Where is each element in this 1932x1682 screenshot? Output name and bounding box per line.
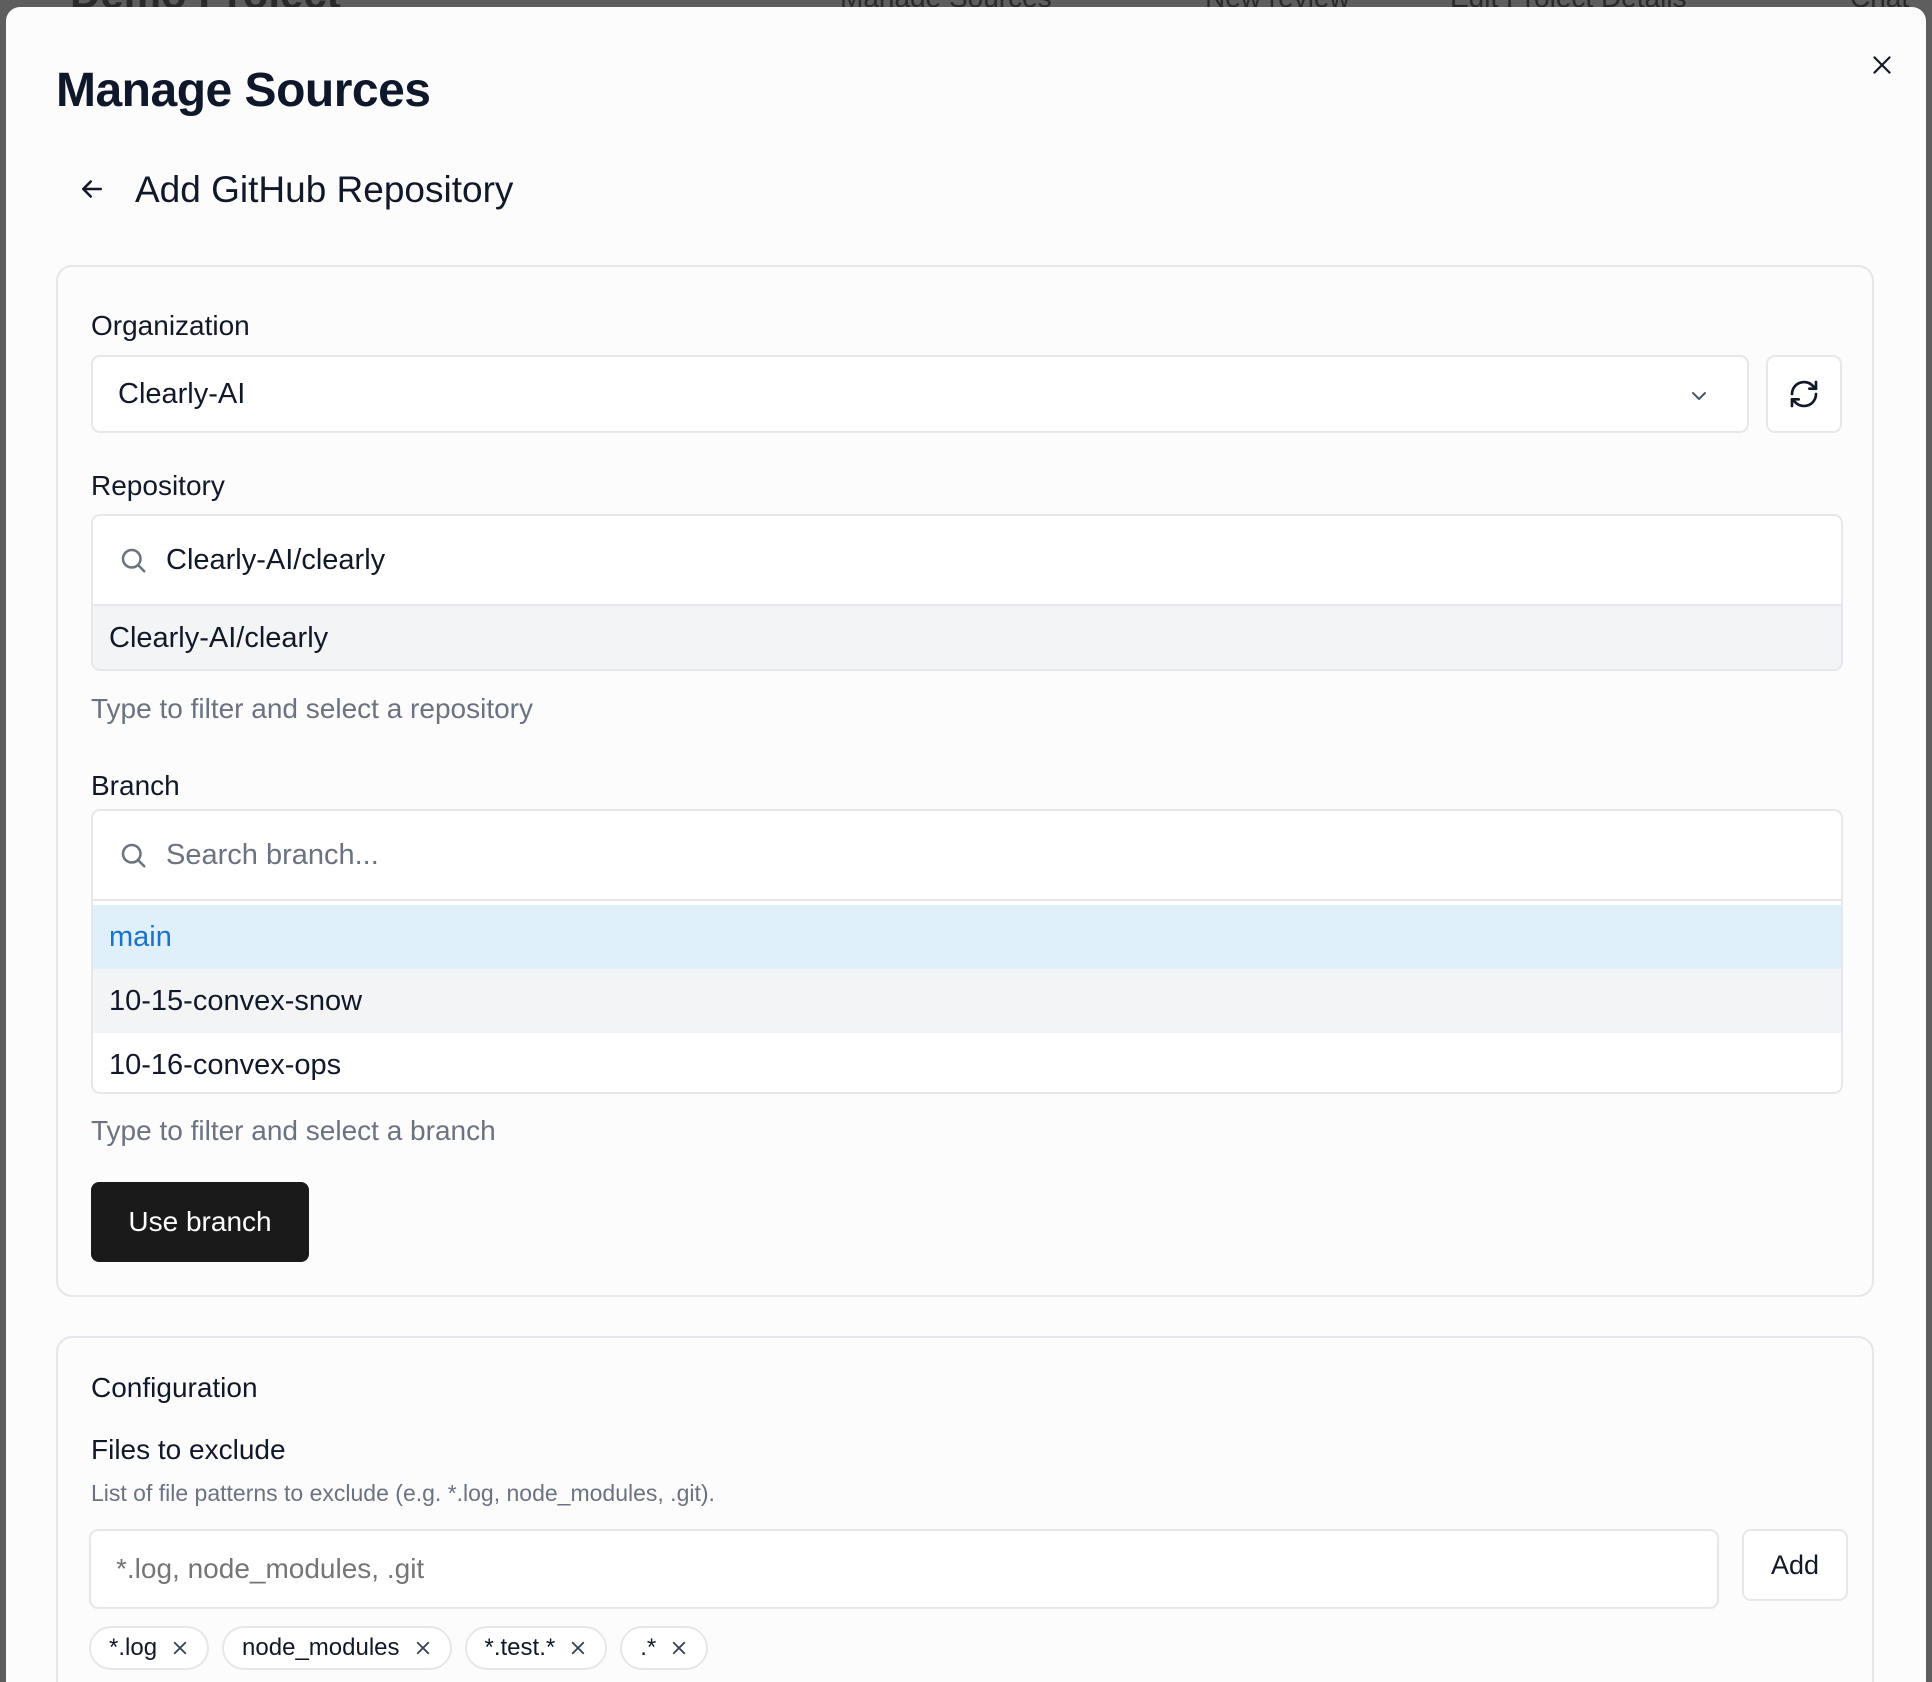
branch-search-input[interactable] [166, 838, 1666, 872]
repository-card: Organization Clearly-AI Repository Clear… [56, 265, 1874, 1297]
exclude-tag: *.test.* [464, 1626, 608, 1670]
branch-search [93, 811, 1841, 901]
repository-search [93, 516, 1841, 606]
remove-tag-button[interactable] [569, 1639, 587, 1657]
close-icon [416, 1641, 429, 1655]
close-icon [572, 1641, 585, 1655]
organization-label: Organization [91, 310, 250, 341]
remove-tag-button[interactable] [414, 1639, 432, 1657]
search-icon [121, 548, 146, 573]
exclude-tag: .* [620, 1626, 709, 1670]
tag-label: *.test.* [484, 1634, 556, 1661]
branch-combobox: main 10-15-convex-snow 10-16-convex-ops [91, 809, 1843, 1094]
close-icon [1873, 56, 1891, 74]
tag-label: *.log [109, 1634, 158, 1661]
tag-label: node_modules [242, 1634, 400, 1661]
add-pattern-button[interactable]: Add [1742, 1529, 1848, 1601]
repository-option[interactable]: Clearly-AI/clearly [93, 606, 1841, 669]
refresh-icon [1790, 380, 1818, 408]
refresh-button[interactable] [1766, 355, 1842, 433]
close-icon [173, 1641, 187, 1655]
tag-label: .* [640, 1634, 657, 1661]
use-branch-button[interactable]: Use branch [91, 1182, 309, 1262]
search-icon [121, 843, 146, 868]
close-button[interactable] [1862, 45, 1902, 85]
exclude-pattern-input[interactable] [116, 1553, 1696, 1585]
exclude-tag: node_modules [222, 1626, 452, 1670]
chevron-down-icon [1692, 392, 1706, 400]
repository-combobox: Clearly-AI/clearly [91, 514, 1843, 671]
exclude-pattern-field [89, 1529, 1719, 1609]
close-icon [673, 1641, 686, 1655]
branch-option-selected[interactable]: main [93, 905, 1841, 969]
organization-value: Clearly-AI [118, 377, 246, 410]
exclude-tag: *.log [89, 1626, 210, 1670]
exclude-tags: *.log node_modules *.test.* .* [89, 1626, 709, 1670]
manage-sources-dialog: Manage Sources Add GitHub Repository Org… [6, 7, 1926, 1682]
repository-search-input[interactable] [166, 543, 1666, 577]
section-subtitle: Add GitHub Repository [135, 169, 514, 210]
repository-helper-text: Type to filter and select a repository [91, 693, 533, 724]
remove-tag-button[interactable] [670, 1639, 688, 1657]
branch-option[interactable]: 10-16-convex-ops [93, 1033, 1841, 1092]
remove-tag-button[interactable] [171, 1639, 189, 1657]
dialog-title: Manage Sources [56, 64, 431, 117]
organization-select[interactable]: Clearly-AI [91, 355, 1749, 433]
repository-label: Repository [91, 470, 225, 501]
configuration-controls: Add *.log node_modules *.test.* .* [56, 1336, 1874, 1682]
arrow-left-icon [82, 180, 102, 198]
branch-helper-text: Type to filter and select a branch [91, 1115, 496, 1146]
branch-label: Branch [91, 770, 180, 801]
back-button[interactable] [70, 167, 114, 211]
branch-option[interactable]: 10-15-convex-snow [93, 969, 1841, 1033]
